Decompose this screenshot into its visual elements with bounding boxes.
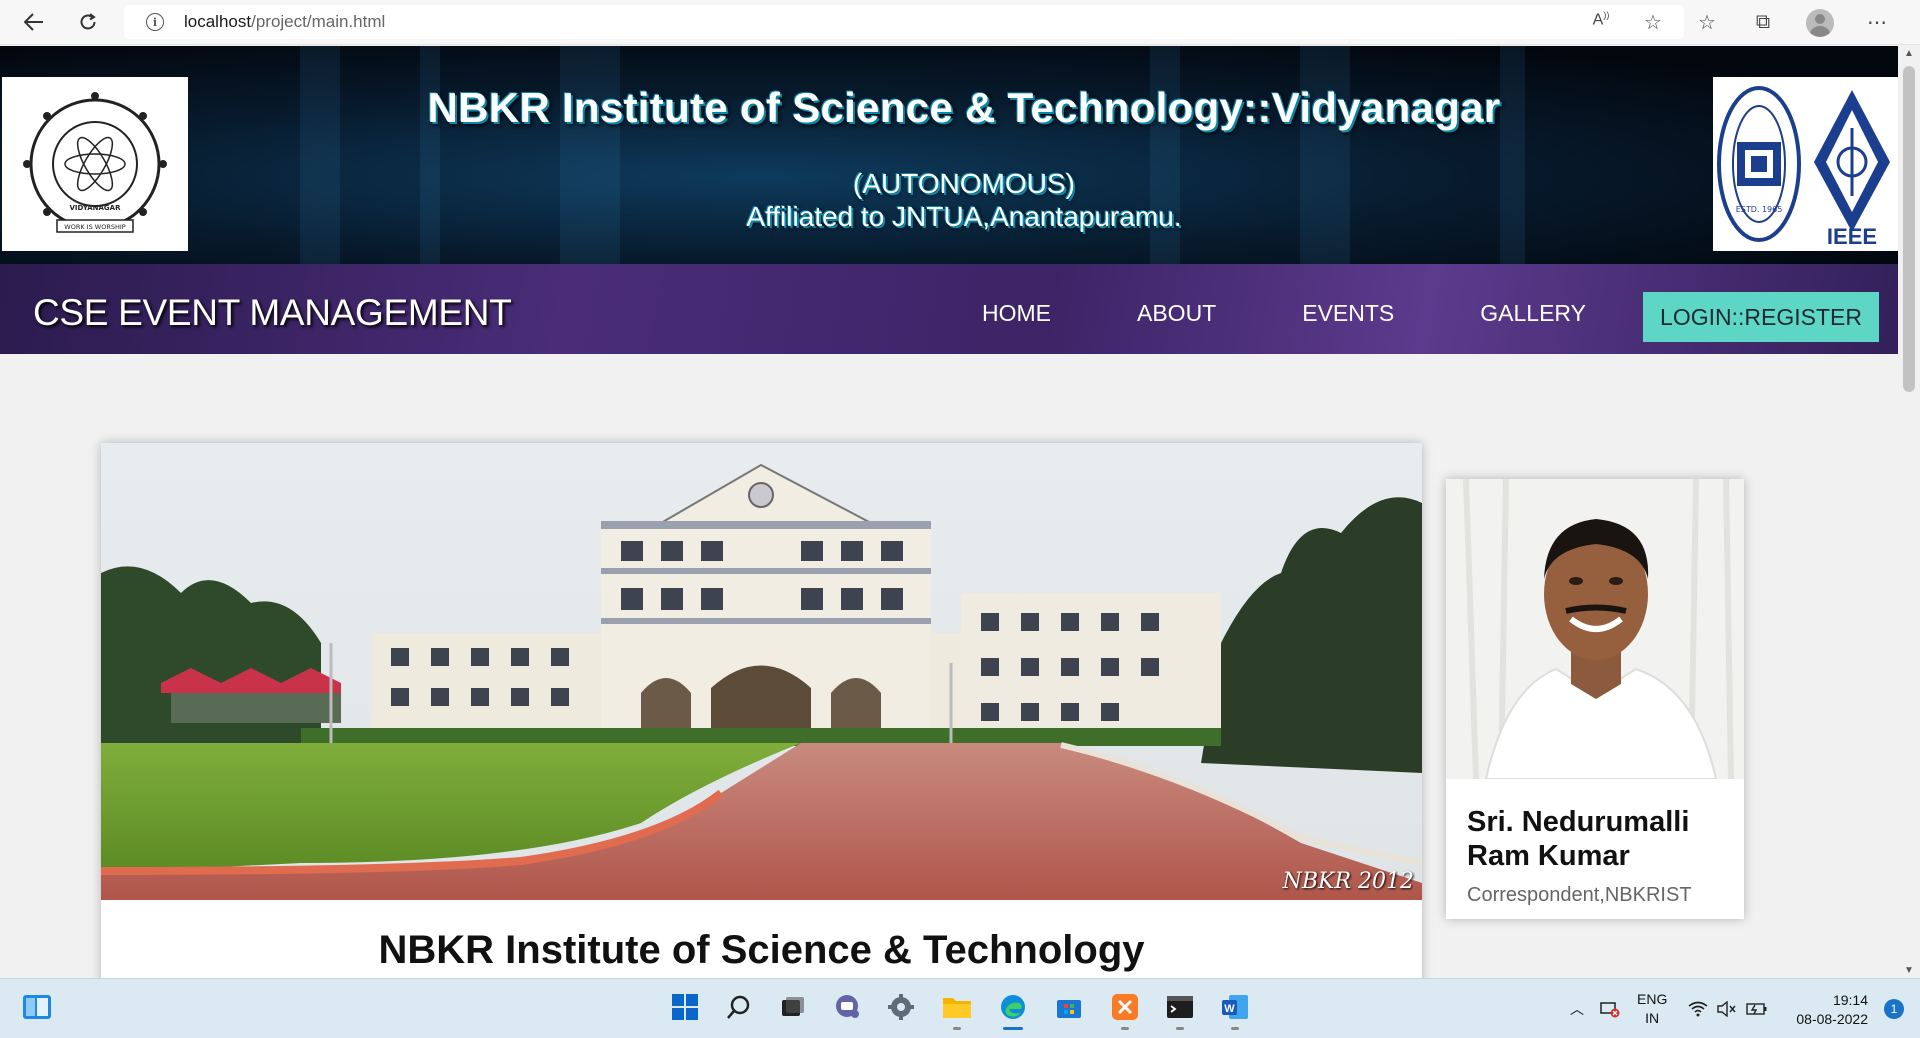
lang-line1: ENG (1637, 991, 1668, 1007)
back-arrow-icon[interactable] (16, 4, 52, 40)
terminal-icon[interactable] (1163, 990, 1197, 1030)
card-heading: NBKR Institute of Science & Technology (378, 928, 1145, 972)
windows-taskbar: W ︿ ENG IN 19:14 08-08-2022 1 (0, 978, 1920, 1038)
content-area: NBKR 2012 NBKR Institute of Science & Te… (0, 354, 1898, 978)
edge-browser-icon[interactable] (996, 990, 1030, 1030)
wifi-icon[interactable] (1688, 979, 1708, 1038)
correspondent-name: Sri. Nedurumalli Ram Kumar (1467, 806, 1690, 872)
system-clock[interactable]: 19:14 08-08-2022 (1796, 991, 1868, 1029)
browser-toolbar: i localhost/project/main.html A)) ☆ ☆ ⧉ … (0, 0, 1920, 45)
campus-card: NBKR 2012 NBKR Institute of Science & Te… (101, 443, 1422, 978)
svg-text:W: W (1224, 1003, 1235, 1015)
start-menu-icon[interactable] (668, 990, 702, 1024)
battery-icon[interactable] (1746, 979, 1768, 1038)
csi-logo: ESTD. 1965 (1713, 77, 1806, 251)
ieee-text: IEEE (1827, 224, 1877, 247)
nav-gallery[interactable]: GALLERY (1480, 300, 1586, 327)
page-scrollbar[interactable]: ▲ ▼ (1898, 46, 1920, 978)
network-error-icon[interactable] (1600, 979, 1620, 1038)
scroll-up-arrow-icon[interactable]: ▲ (1898, 48, 1920, 59)
store-icon[interactable] (1052, 990, 1086, 1024)
campus-photo: NBKR 2012 (101, 443, 1422, 900)
nav-home[interactable]: HOME (982, 300, 1051, 327)
site-info-icon[interactable]: i (146, 13, 164, 31)
teams-chat-icon[interactable] (830, 990, 864, 1024)
widgets-icon[interactable] (20, 990, 54, 1024)
scroll-thumb[interactable] (1903, 66, 1915, 392)
xampp-icon[interactable] (1108, 990, 1142, 1030)
url-path: /project/main.html (251, 12, 386, 31)
main-navbar: CSE EVENT MANAGEMENT HOME ABOUT EVENTS G… (0, 264, 1898, 354)
photo-watermark: NBKR 2012 (1282, 869, 1414, 894)
login-register-button[interactable]: LOGIN::REGISTER (1643, 292, 1879, 342)
language-indicator[interactable]: ENG IN (1637, 979, 1667, 1038)
header-banner: WORK IS WORSHIP VIDYANAGAR NBKR Institut… (0, 46, 1898, 264)
profile-avatar[interactable] (1806, 8, 1834, 37)
lang-line2: IN (1645, 1010, 1660, 1026)
clock-date: 08-08-2022 (1796, 1011, 1868, 1027)
more-menu-icon[interactable]: ⋯ (1864, 10, 1890, 35)
correspondent-role: Correspondent,NBKRIST (1467, 884, 1692, 906)
nav-links: HOME ABOUT EVENTS GALLERY (982, 300, 1672, 327)
affiliation-label: Affiliated to JNTUA,Anantapuramu. (746, 201, 1182, 232)
reload-icon[interactable] (70, 4, 106, 40)
url-host: localhost (184, 12, 252, 31)
nav-events[interactable]: EVENTS (1302, 300, 1394, 327)
nav-about[interactable]: ABOUT (1137, 300, 1216, 327)
word-icon[interactable]: W (1218, 990, 1252, 1030)
search-icon[interactable] (722, 990, 756, 1024)
autonomous-label: (AUTONOMOUS) (853, 168, 1075, 199)
correspondent-photo (1446, 479, 1744, 780)
clock-time: 19:14 (1832, 992, 1868, 1008)
society-logos: ESTD. 1965 IEEE (1713, 77, 1898, 251)
csi-est: ESTD. 1965 (1736, 205, 1783, 214)
file-explorer-icon[interactable] (940, 990, 974, 1030)
read-aloud-icon[interactable]: A)) (1588, 10, 1614, 35)
correspondent-card: Sri. Nedurumalli Ram Kumar Correspondent… (1446, 479, 1744, 919)
tray-overflow-icon[interactable]: ︿ (1570, 979, 1584, 1038)
volume-muted-icon[interactable] (1717, 979, 1737, 1038)
scroll-down-arrow-icon[interactable]: ▼ (1898, 965, 1920, 976)
favorite-star-icon[interactable]: ☆ (1640, 10, 1666, 35)
address-bar[interactable]: i localhost/project/main.html A)) ☆ (124, 5, 1684, 39)
ieee-logo: IEEE (1806, 77, 1899, 251)
institute-title: NBKR Institute of Science & Technology::… (427, 84, 1501, 131)
task-view-icon[interactable] (776, 990, 810, 1024)
favorites-icon[interactable]: ☆ (1694, 10, 1720, 35)
url-text: localhost/project/main.html (184, 12, 385, 32)
site-title: CSE EVENT MANAGEMENT (33, 292, 512, 333)
settings-gear-icon[interactable] (884, 990, 918, 1024)
collections-icon[interactable]: ⧉ (1750, 11, 1776, 34)
notification-badge[interactable]: 1 (1884, 999, 1904, 1019)
page-viewport: WORK IS WORSHIP VIDYANAGAR NBKR Institut… (0, 46, 1898, 978)
